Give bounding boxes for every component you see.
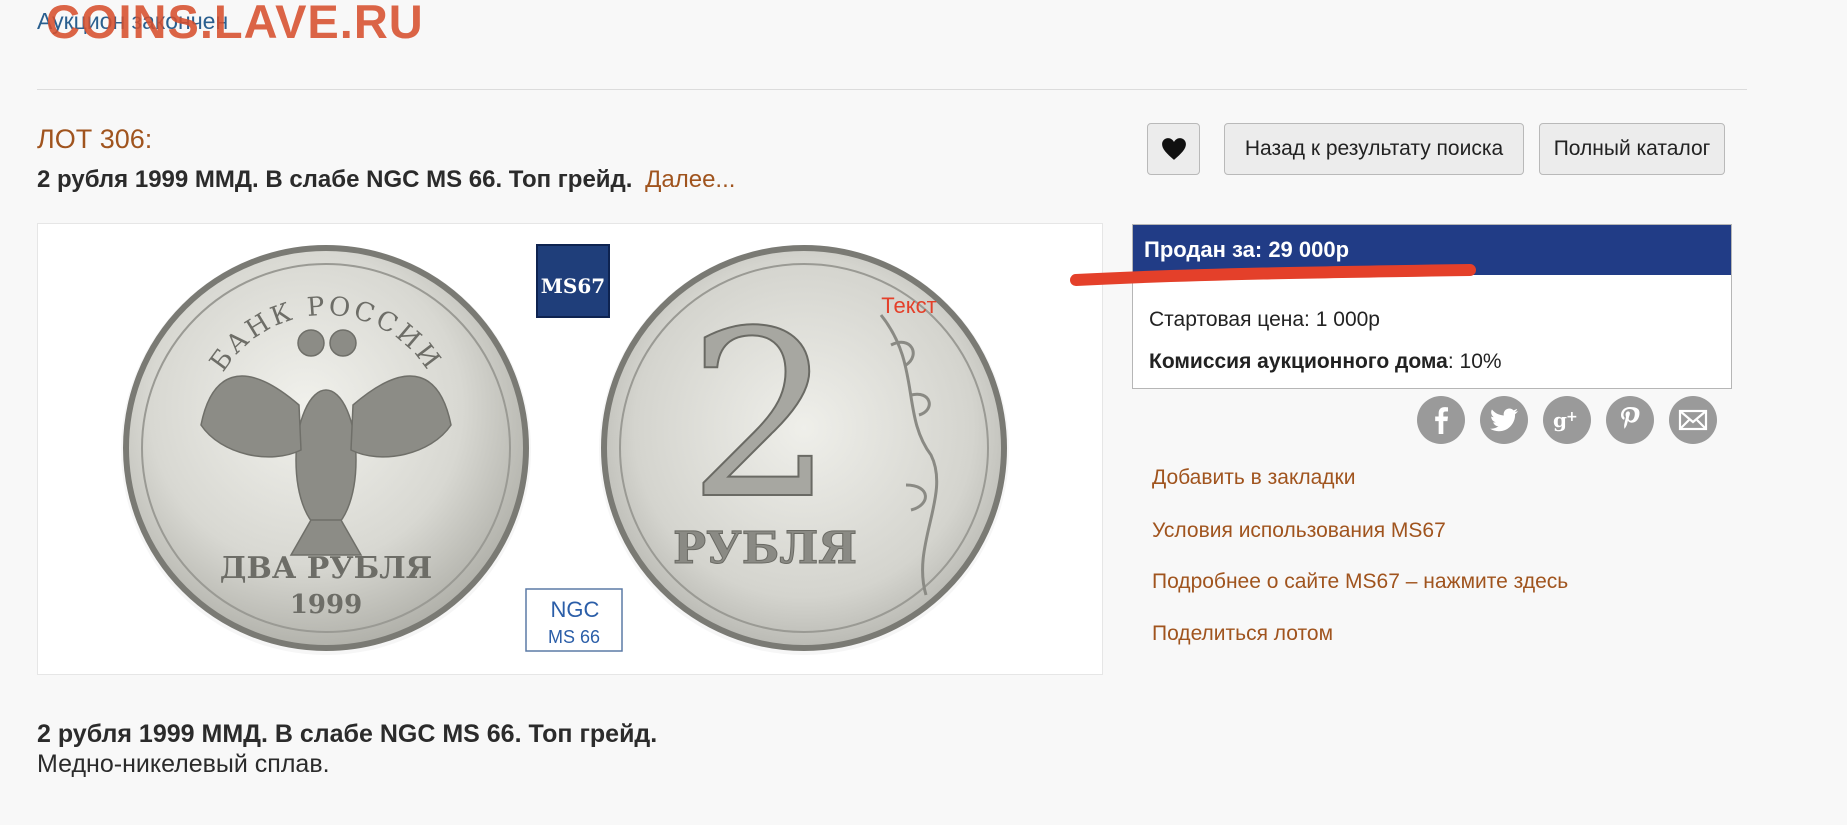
- google-plus-share-button[interactable]: g +: [1543, 396, 1591, 444]
- ngc-label: NGC MS 66: [525, 588, 623, 652]
- header-divider: [37, 89, 1747, 90]
- coin-reverse: 2 РУБЛЯ Текст: [599, 245, 1009, 655]
- ngc-brand: NGC: [551, 597, 600, 622]
- start-price-value: 1 000р: [1315, 308, 1380, 331]
- price-panel: Продан за: 29 000р Стартовая цена: 1 000…: [1132, 224, 1732, 389]
- back-to-search-button[interactable]: Назад к результату поиска: [1224, 123, 1524, 175]
- lot-title: 2 рубля 1999 ММД. В слабе NGC MS 66. Топ…: [37, 166, 735, 194]
- start-price-row: Стартовая цена: 1 000р: [1149, 308, 1380, 332]
- ms67-badge: MS67: [536, 244, 610, 318]
- lot-number: ЛОТ 306:: [37, 124, 153, 154]
- lot-title-text: 2 рубля 1999 ММД. В слабе NGC MS 66. Топ…: [37, 166, 633, 193]
- email-share-button[interactable]: [1669, 396, 1717, 444]
- more-link[interactable]: Далее...: [645, 166, 735, 193]
- svg-text:g: g: [1553, 408, 1567, 432]
- sold-price: Продан за: 29 000р: [1133, 225, 1731, 275]
- reverse-text: РУБЛЯ: [673, 523, 857, 574]
- terms-of-use-link[interactable]: Условия использования MS67: [1152, 519, 1446, 543]
- commission-row: Комиссия аукционного дома: 10%: [1149, 350, 1502, 374]
- description-title: 2 рубля 1999 ММД. В слабе NGC MS 66. Топ…: [37, 720, 658, 748]
- ngc-grade: MS 66: [548, 627, 600, 647]
- commission-value: : 10%: [1447, 350, 1502, 373]
- lot-image-frame: БАНК РОССИИ ДВА РУБЛЯ 1999 MS67 2 РУБЛЯ …: [37, 223, 1103, 675]
- twitter-icon: [1490, 408, 1518, 432]
- share-lot-link[interactable]: Поделиться лотом: [1152, 622, 1333, 646]
- svg-text:+: +: [1566, 409, 1578, 425]
- coin-image[interactable]: БАНК РОССИИ ДВА РУБЛЯ 1999 MS67 2 РУБЛЯ …: [121, 225, 1019, 673]
- facebook-share-button[interactable]: [1417, 396, 1465, 444]
- ms67-badge-text: MS67: [541, 274, 605, 298]
- obverse-bottom-text: ДВА РУБЛЯ: [220, 551, 432, 586]
- pinterest-icon: [1621, 407, 1640, 429]
- facebook-icon: [1435, 407, 1448, 434]
- favorite-button[interactable]: [1147, 123, 1200, 175]
- reverse-denomination: 2: [688, 283, 834, 550]
- auction-status-link[interactable]: Аукцион закончен: [37, 8, 228, 35]
- full-catalog-button[interactable]: Полный каталог: [1539, 123, 1725, 175]
- add-bookmark-link[interactable]: Добавить в закладки: [1152, 466, 1355, 490]
- image-annotation-text: Текст: [881, 293, 936, 318]
- google-plus-icon: g +: [1553, 408, 1578, 432]
- start-price-label: Стартовая цена:: [1149, 308, 1310, 331]
- envelope-icon: [1678, 409, 1708, 431]
- lot-page: Аукцион закончен COINS.LAVE.RU ЛОТ 306: …: [0, 0, 1847, 825]
- description-text: Медно-никелевый сплав.: [37, 750, 330, 778]
- about-site-link[interactable]: Подробнее о сайте MS67 – нажмите здесь: [1152, 570, 1568, 594]
- obverse-year: 1999: [290, 590, 362, 620]
- pinterest-share-button[interactable]: [1606, 396, 1654, 444]
- heart-icon: [1161, 138, 1186, 160]
- coin-obverse: БАНК РОССИИ ДВА РУБЛЯ 1999: [121, 245, 531, 655]
- twitter-share-button[interactable]: [1480, 396, 1528, 444]
- commission-label: Комиссия аукционного дома: [1149, 350, 1448, 373]
